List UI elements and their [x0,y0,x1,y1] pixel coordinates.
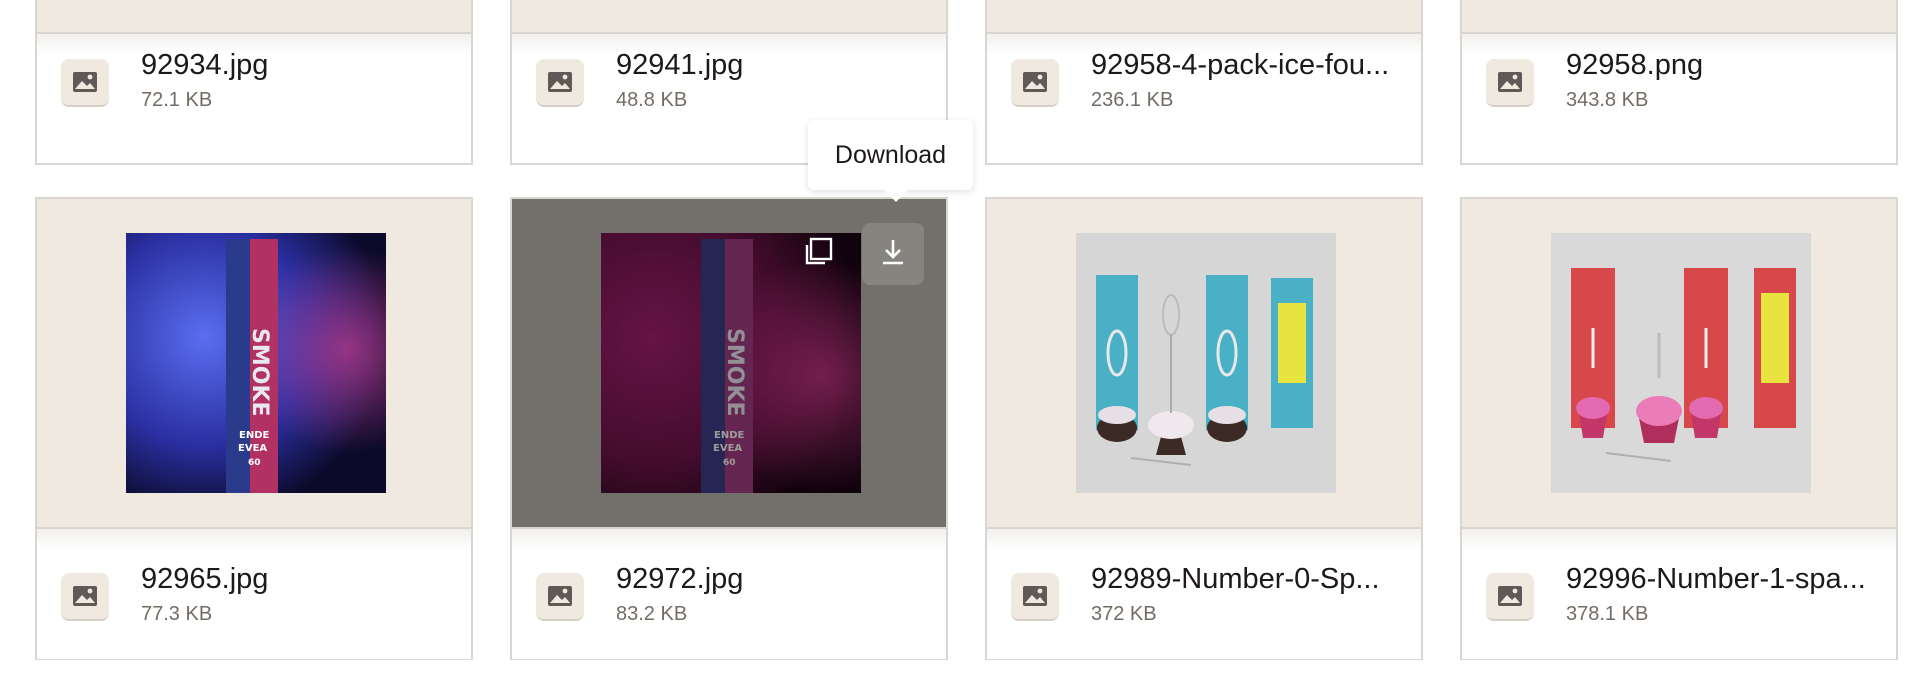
file-name[interactable]: 92958-4-pack-ice-fou... [1091,49,1409,82]
download-icon [877,236,909,273]
file-size: 72.1 KB [141,89,213,111]
file-info: 92965.jpg 77.3 KB [37,529,471,659]
file-info: 92958.png 343.8 KB [1462,34,1896,163]
thumbnail[interactable] [37,0,471,34]
copy-button[interactable] [787,223,849,285]
thumbnail[interactable]: SMOKE ENDE EVEA 60 [37,199,471,529]
file-size: 77.3 KB [141,603,213,625]
file-name[interactable]: 92972.jpg [616,563,934,596]
file-name[interactable]: 92965.jpg [141,563,459,596]
file-info: 92972.jpg 83.2 KB [512,529,946,659]
file-name[interactable]: 92996-Number-1-spa... [1566,563,1884,596]
file-size: 83.2 KB [616,603,688,625]
file-name[interactable]: 92934.jpg [141,49,459,82]
file-size: 378.1 KB [1566,603,1649,625]
file-size: 343.8 KB [1566,89,1649,111]
download-button[interactable] [862,223,924,285]
file-card[interactable]: 92989-Number-0-Sp... 372 KB [985,197,1423,660]
image-file-icon [1011,59,1059,107]
file-size: 236.1 KB [1091,89,1174,111]
image-file-icon [61,573,109,621]
image-file-icon [1486,573,1534,621]
file-info: 92958-4-pack-ice-fou... 236.1 KB [987,34,1421,163]
svg-text:60: 60 [248,458,261,468]
thumbnail[interactable] [1462,199,1896,529]
image-preview [1076,233,1336,493]
svg-text:ENDE: ENDE [239,430,270,441]
file-card[interactable]: 92958.png 343.8 KB [1460,0,1898,165]
file-name[interactable]: 92989-Number-0-Sp... [1091,563,1409,596]
file-size: 48.8 KB [616,89,688,111]
file-card[interactable]: SMOKE ENDE EVEA 60 92972.jpg 83.2 KB [510,197,948,660]
thumbnail[interactable]: SMOKE ENDE EVEA 60 [512,199,946,529]
file-name[interactable]: 92941.jpg [616,49,934,82]
file-size: 372 KB [1091,603,1157,625]
file-grid: 92934.jpg 72.1 KB 92941.jpg 48.8 KB 9295… [0,0,1930,688]
file-card[interactable]: SMOKE ENDE EVEA 60 92965.jpg 77.3 KB [35,197,473,660]
file-card[interactable]: 92958-4-pack-ice-fou... 236.1 KB [985,0,1423,165]
image-preview [1551,233,1811,493]
copy-icon [802,236,834,273]
svg-text:EVEA: EVEA [238,443,267,454]
image-file-icon [536,59,584,107]
file-name[interactable]: 92958.png [1566,49,1884,82]
image-file-icon [1486,59,1534,107]
download-tooltip: Download [808,120,973,202]
thumbnail[interactable] [987,0,1421,34]
svg-text:SMOKE: SMOKE [247,328,272,417]
file-info: 92989-Number-0-Sp... 372 KB [987,529,1421,659]
file-info: 92934.jpg 72.1 KB [37,34,471,163]
thumbnail[interactable] [512,0,946,34]
file-card[interactable]: 92996-Number-1-spa... 378.1 KB [1460,197,1898,660]
file-card[interactable]: 92934.jpg 72.1 KB [35,0,473,165]
thumbnail[interactable] [987,199,1421,529]
thumbnail[interactable] [1462,0,1896,34]
file-info: 92996-Number-1-spa... 378.1 KB [1462,529,1896,659]
image-preview: SMOKE ENDE EVEA 60 [126,233,386,493]
image-file-icon [61,59,109,107]
image-file-icon [536,573,584,621]
image-file-icon [1011,573,1059,621]
